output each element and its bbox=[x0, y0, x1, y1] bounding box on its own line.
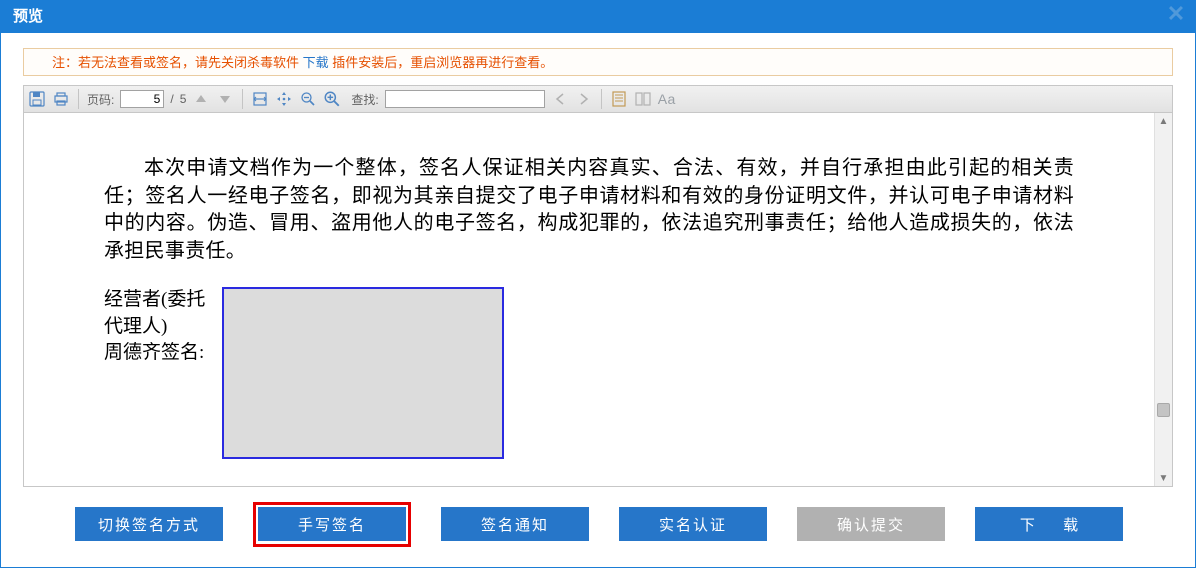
zoom-out-icon[interactable] bbox=[299, 90, 317, 108]
print-icon[interactable] bbox=[52, 90, 70, 108]
page-total: 5 bbox=[180, 92, 187, 106]
download-plugin-link[interactable]: 下载 bbox=[303, 55, 329, 70]
hand-sign-highlight: 手写签名 bbox=[253, 502, 411, 547]
document-body-text: 本次申请文档作为一个整体，签名人保证相关内容真实、合法、有效，并自行承担由此引起… bbox=[104, 155, 1074, 265]
confirm-submit-button: 确认提交 bbox=[797, 507, 945, 541]
toolbar-separator bbox=[601, 89, 602, 109]
notice-text-1: 注：若无法查看或签名，请先关闭杀毒软件 bbox=[52, 55, 299, 70]
modal-header: 预览 ✕ bbox=[1, 1, 1195, 33]
toolbar-separator bbox=[78, 89, 79, 109]
signer-label-line2: 代理人) bbox=[104, 314, 220, 341]
signature-area: 经营者(委托 代理人) 周德齐签名: bbox=[104, 287, 504, 459]
page-total-slash: / bbox=[170, 92, 173, 106]
document-viewport: 本次申请文档作为一个整体，签名人保证相关内容真实、合法、有效，并自行承担由此引起… bbox=[23, 113, 1173, 487]
dual-page-icon[interactable] bbox=[634, 90, 652, 108]
vertical-scrollbar[interactable]: ▲ ▼ bbox=[1154, 113, 1172, 486]
real-name-auth-button[interactable]: 实名认证 bbox=[619, 507, 767, 541]
page-up-icon[interactable] bbox=[192, 90, 210, 108]
notice-bar: 注：若无法查看或签名，请先关闭杀毒软件 下载 插件安装后，重启浏览器再进行查看。 bbox=[23, 48, 1173, 76]
close-icon[interactable]: ✕ bbox=[1165, 3, 1187, 25]
search-prev-icon[interactable] bbox=[551, 90, 569, 108]
doc-toolbar: 页码: / 5 查找: bbox=[23, 85, 1173, 113]
modal-title: 预览 bbox=[13, 8, 43, 25]
signer-label: 经营者(委托 代理人) 周德齐签名: bbox=[104, 287, 220, 367]
download-button[interactable]: 下 载 bbox=[975, 507, 1123, 541]
signer-label-line1: 经营者(委托 bbox=[104, 287, 220, 314]
page-down-icon[interactable] bbox=[216, 90, 234, 108]
document-page: 本次申请文档作为一个整体，签名人保证相关内容真实、合法、有效，并自行承担由此引起… bbox=[24, 113, 1154, 486]
page-view-icon[interactable] bbox=[610, 90, 628, 108]
scroll-down-icon[interactable]: ▼ bbox=[1155, 470, 1172, 486]
hand-sign-button[interactable]: 手写签名 bbox=[258, 507, 406, 541]
page-label: 页码: bbox=[87, 91, 114, 108]
search-input[interactable] bbox=[385, 90, 545, 108]
pan-icon[interactable] bbox=[275, 90, 293, 108]
signature-box[interactable] bbox=[222, 287, 504, 459]
sign-notify-button[interactable]: 签名通知 bbox=[441, 507, 589, 541]
signer-label-line3: 周德齐签名: bbox=[104, 340, 220, 367]
page-number-input[interactable] bbox=[120, 90, 164, 108]
switch-sign-mode-button[interactable]: 切换签名方式 bbox=[75, 507, 223, 541]
scroll-up-icon[interactable]: ▲ bbox=[1155, 113, 1172, 129]
preview-modal: 预览 ✕ 注：若无法查看或签名，请先关闭杀毒软件 下载 插件安装后，重启浏览器再… bbox=[0, 0, 1196, 568]
toolbar-separator bbox=[242, 89, 243, 109]
save-icon[interactable] bbox=[28, 90, 46, 108]
action-button-row: 切换签名方式 手写签名 签名通知 实名认证 确认提交 下 载 bbox=[1, 507, 1196, 547]
notice-text-2: 插件安装后，重启浏览器再进行查看。 bbox=[332, 55, 553, 70]
text-select-icon[interactable]: Aa bbox=[658, 91, 676, 107]
search-next-icon[interactable] bbox=[575, 90, 593, 108]
search-label: 查找: bbox=[351, 91, 378, 108]
zoom-in-icon[interactable] bbox=[323, 90, 341, 108]
fit-width-icon[interactable] bbox=[251, 90, 269, 108]
scroll-thumb[interactable] bbox=[1157, 403, 1170, 417]
